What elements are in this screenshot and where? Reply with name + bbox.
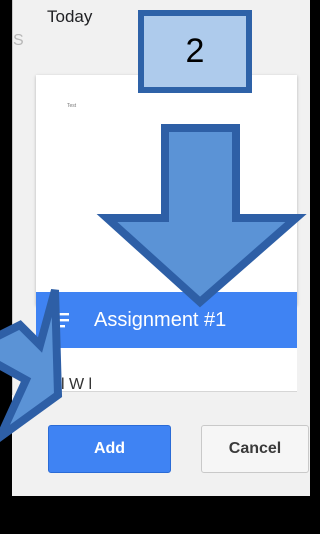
diagonal-arrow-icon <box>0 288 63 442</box>
step-number-badge: 2 <box>138 10 252 93</box>
down-arrow-icon <box>96 124 307 308</box>
screenshot-frame: S Today Test Assignment #1 l W l Add Can… <box>0 0 310 534</box>
